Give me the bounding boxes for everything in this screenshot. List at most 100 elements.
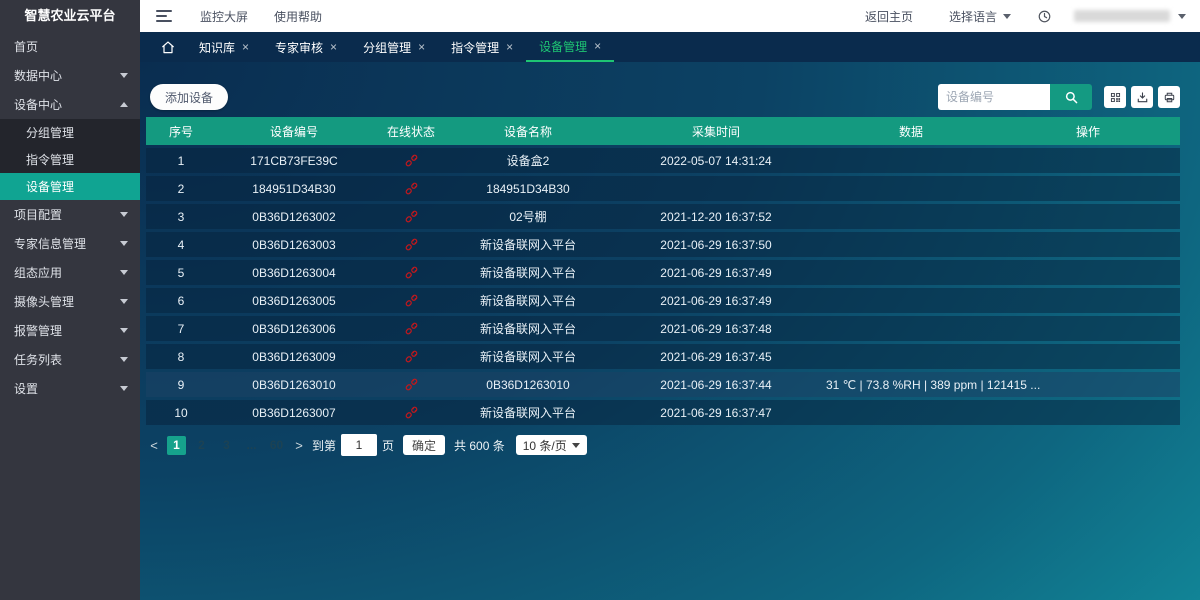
- toolbar: 添加设备: [146, 84, 1180, 110]
- name-cell: 新设备联网入平台: [450, 236, 606, 253]
- sidebar-item-10[interactable]: 报警管理: [0, 316, 140, 345]
- topbar-item-help[interactable]: 使用帮助: [274, 8, 322, 25]
- sidebar-item-label: 摄像头管理: [14, 293, 74, 310]
- sidebar-item-label: 设备管理: [26, 178, 74, 195]
- link-off-icon: [404, 209, 419, 224]
- tab-3[interactable]: 指令管理×: [438, 32, 526, 62]
- tab-4[interactable]: 设备管理×: [526, 32, 614, 62]
- sidebar-item-label: 指令管理: [26, 151, 74, 168]
- tab-bar: 知识库×专家审核×分组管理×指令管理×设备管理×: [140, 32, 1200, 62]
- sidebar-item-label: 设备中心: [14, 96, 62, 113]
- sidebar-item-11[interactable]: 任务列表: [0, 345, 140, 374]
- index-cell: 4: [146, 238, 216, 252]
- confirm-button[interactable]: 确定: [403, 435, 445, 455]
- online-status-cell: [372, 153, 450, 168]
- back-home-link[interactable]: 返回主页: [865, 8, 913, 25]
- sidebar-item-label: 专家信息管理: [14, 235, 86, 252]
- online-status-cell: [372, 237, 450, 252]
- data-cell: 31 ℃ | 73.8 %RH | 389 ppm | 121415 ...: [826, 378, 996, 392]
- add-device-button[interactable]: 添加设备: [150, 84, 228, 110]
- collapse-menu-icon[interactable]: [156, 10, 174, 22]
- search-icon: [1064, 90, 1079, 105]
- sidebar-item-3[interactable]: 分组管理: [0, 119, 140, 146]
- tab-1[interactable]: 专家审核×: [262, 32, 350, 62]
- index-cell: 1: [146, 154, 216, 168]
- table-row-7: 70B36D1263006 新设备联网入平台2021-06-29 16:37:4…: [146, 316, 1180, 341]
- export-icon: [1136, 91, 1149, 104]
- print-button[interactable]: [1158, 86, 1180, 108]
- close-icon[interactable]: ×: [242, 40, 249, 54]
- time-cell: 2021-06-29 16:37:45: [606, 350, 826, 364]
- total-count-label: 共 600 条: [454, 437, 505, 454]
- clock-icon: [1037, 9, 1052, 24]
- device-id-cell: 184951D34B30: [216, 182, 372, 196]
- online-status-cell: [372, 293, 450, 308]
- qr-code-button[interactable]: [1104, 86, 1126, 108]
- sidebar-item-12[interactable]: 设置: [0, 374, 140, 403]
- next-page-button[interactable]: >: [291, 438, 307, 453]
- name-cell: 新设备联网入平台: [450, 320, 606, 337]
- tab-label: 分组管理: [363, 39, 411, 56]
- close-icon[interactable]: ×: [506, 40, 513, 54]
- sidebar-item-label: 设置: [14, 380, 38, 397]
- close-icon[interactable]: ×: [418, 40, 425, 54]
- online-status-cell: [372, 405, 450, 420]
- page-button-3[interactable]: 3: [217, 436, 236, 455]
- language-select[interactable]: 选择语言: [949, 8, 1011, 25]
- device-id-cell: 0B36D1263002: [216, 210, 372, 224]
- page-size-select[interactable]: 10 条/页: [516, 435, 587, 455]
- chevron-down-icon: [120, 212, 128, 217]
- page-button-1[interactable]: 1: [167, 436, 186, 455]
- sidebar-item-label: 分组管理: [26, 124, 74, 141]
- chevron-up-icon: [120, 102, 128, 107]
- home-tab[interactable]: [150, 32, 186, 62]
- name-cell: 0B36D1263010: [450, 378, 606, 392]
- device-id-cell: 0B36D1263009: [216, 350, 372, 364]
- sidebar-item-6[interactable]: 项目配置: [0, 200, 140, 229]
- tab-list: 知识库×专家审核×分组管理×指令管理×设备管理×: [186, 32, 614, 62]
- close-icon[interactable]: ×: [594, 39, 601, 53]
- page-button-2[interactable]: 2: [192, 436, 211, 455]
- link-off-icon: [404, 349, 419, 364]
- index-cell: 3: [146, 210, 216, 224]
- sidebar-item-7[interactable]: 专家信息管理: [0, 229, 140, 258]
- sidebar-item-0[interactable]: 首页: [0, 32, 140, 61]
- device-id-cell: 0B36D1263010: [216, 378, 372, 392]
- column-header: 设备名称: [450, 123, 606, 140]
- goto-label: 到第: [312, 437, 336, 454]
- index-cell: 2: [146, 182, 216, 196]
- sidebar-item-label: 首页: [14, 38, 38, 55]
- sidebar-item-8[interactable]: 组态应用: [0, 258, 140, 287]
- topbar-item-monitor-screen[interactable]: 监控大屏: [200, 8, 248, 25]
- tab-0[interactable]: 知识库 ×: [186, 32, 262, 62]
- chevron-down-icon: [120, 270, 128, 275]
- sidebar-menu: 首页数据中心设备中心分组管理指令管理设备管理项目配置专家信息管理组态应用摄像头管…: [0, 32, 140, 403]
- goto-page-input[interactable]: [341, 434, 377, 456]
- table-row-8: 80B36D1263009 新设备联网入平台2021-06-29 16:37:4…: [146, 344, 1180, 369]
- page-button-...[interactable]: ...: [242, 436, 261, 455]
- table-row-2: 2184951D34B30 184951D34B30: [146, 176, 1180, 201]
- search-button[interactable]: [1050, 84, 1092, 110]
- sidebar-item-4[interactable]: 指令管理: [0, 146, 140, 173]
- link-off-icon: [404, 181, 419, 196]
- sidebar-item-1[interactable]: 数据中心: [0, 61, 140, 90]
- prev-page-button[interactable]: <: [146, 438, 162, 453]
- column-header: 数据: [826, 123, 996, 140]
- export-button[interactable]: [1131, 86, 1153, 108]
- online-status-cell: [372, 181, 450, 196]
- language-label: 选择语言: [949, 8, 997, 25]
- close-icon[interactable]: ×: [330, 40, 337, 54]
- tab-label: 知识库: [199, 39, 235, 56]
- tab-2[interactable]: 分组管理 ×: [350, 32, 438, 62]
- search-input[interactable]: [938, 84, 1050, 110]
- clock-button[interactable]: [1037, 9, 1052, 24]
- page-button-60[interactable]: 60: [267, 436, 286, 455]
- index-cell: 8: [146, 350, 216, 364]
- app-title: 智慧农业云平台: [0, 0, 140, 32]
- user-menu[interactable]: [1074, 10, 1186, 22]
- sidebar-item-2[interactable]: 设备中心: [0, 90, 140, 119]
- device-id-cell: 0B36D1263005: [216, 294, 372, 308]
- sidebar-item-5[interactable]: 设备管理: [0, 173, 140, 200]
- sidebar-item-9[interactable]: 摄像头管理: [0, 287, 140, 316]
- sidebar-item-label: 任务列表: [14, 351, 62, 368]
